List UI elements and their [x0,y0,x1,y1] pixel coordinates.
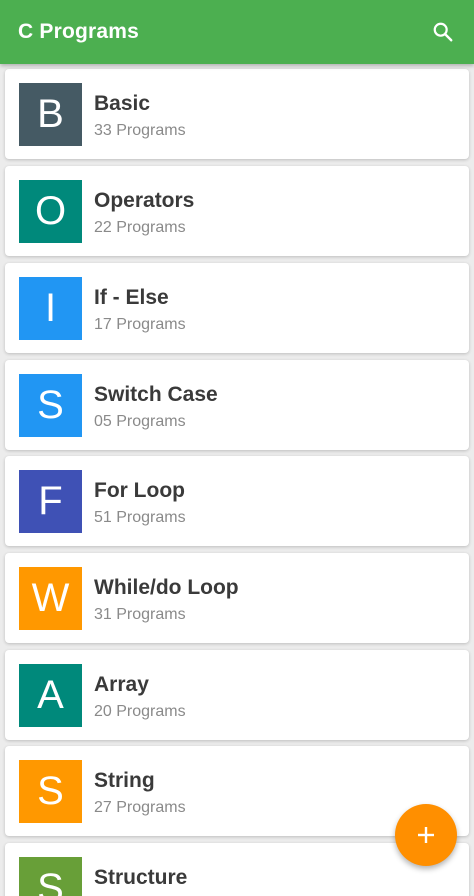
category-card-operators[interactable]: O Operators 22 Programs [5,166,469,256]
category-program-count: 33 Programs [94,122,186,139]
add-fab-button[interactable] [395,804,457,866]
app-title: C Programs [18,20,140,43]
category-title: Array [94,673,149,696]
category-card-for-loop[interactable]: F For Loop 51 Programs [5,456,469,546]
category-title: If - Else [94,286,169,309]
category-title: Switch Case [94,383,218,406]
category-letter-tile: I [19,277,82,340]
category-program-count: 17 Programs [94,316,186,333]
category-card-basic[interactable]: B Basic 33 Programs [5,69,469,159]
category-list[interactable]: B Basic 33 Programs O Operators 22 Progr… [0,64,474,896]
category-letter-tile: O [19,180,82,243]
category-program-count: 05 Programs [94,413,186,430]
category-letter-tile: S [19,857,82,896]
category-title: For Loop [94,479,185,502]
search-button[interactable] [428,17,458,47]
category-program-count: 20 Programs [94,703,186,720]
category-card-if-else[interactable]: I If - Else 17 Programs [5,263,469,353]
category-title: Operators [94,189,195,212]
category-title: Basic [94,92,151,115]
plus-icon [418,827,434,843]
category-letter-tile: W [19,567,82,630]
category-program-count: 31 Programs [94,606,186,623]
category-program-count: 22 Programs [94,219,186,236]
category-card-array[interactable]: A Array 20 Programs [5,650,469,740]
category-letter-tile: S [19,374,82,437]
category-title: Structure [94,866,188,889]
search-icon [433,22,453,42]
category-letter-tile: A [19,664,82,727]
category-card-while-do-loop[interactable]: W While/do Loop 31 Programs [5,553,469,643]
category-letter-tile: B [19,83,82,146]
category-letter-tile: F [19,470,82,533]
category-title: While/do Loop [94,576,239,599]
app-bar: C Programs [0,0,474,64]
category-program-count: 27 Programs [94,799,186,816]
category-title: String [94,769,155,792]
category-letter-tile: S [19,760,82,823]
category-card-switch-case[interactable]: S Switch Case 05 Programs [5,360,469,450]
category-program-count: 51 Programs [94,509,186,526]
